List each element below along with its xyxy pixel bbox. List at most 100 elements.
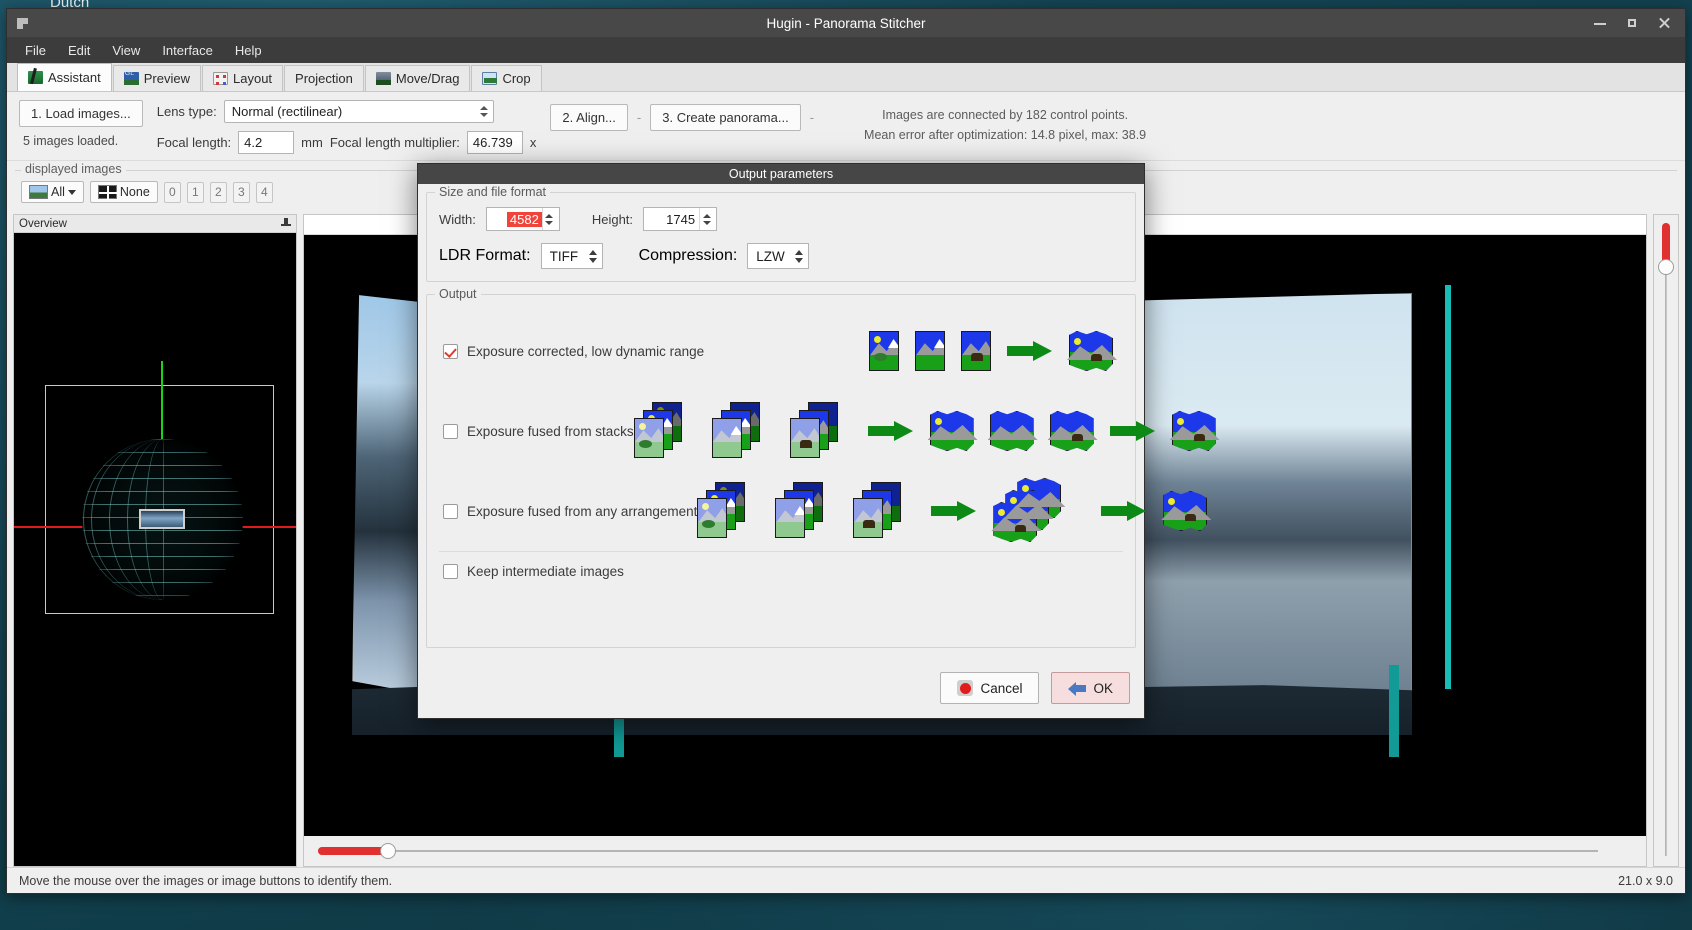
- image-toggle-4[interactable]: 4: [255, 181, 273, 203]
- fused-image-icon: [987, 411, 1038, 451]
- image-stack-icon: [633, 402, 696, 460]
- arrow-right-icon: [867, 421, 914, 441]
- height-input[interactable]: 1745: [643, 207, 718, 231]
- menu-interface[interactable]: Interface: [152, 40, 223, 61]
- focal-multiplier-label: Focal length multiplier:: [329, 135, 460, 150]
- maximize-icon[interactable]: [1625, 16, 1639, 30]
- height-stepper[interactable]: [699, 208, 714, 230]
- cancel-button[interactable]: Cancel: [940, 672, 1040, 704]
- ok-button[interactable]: OK: [1051, 672, 1130, 704]
- show-all-images-button[interactable]: All: [21, 181, 84, 203]
- menubar: File Edit View Interface Help: [7, 37, 1685, 63]
- displayed-images-legend: displayed images: [21, 162, 126, 176]
- alignment-info: Images are connected by 182 control poin…: [864, 105, 1146, 145]
- window-controls: [1593, 16, 1685, 30]
- panorama-seam-edge: [1445, 285, 1451, 689]
- overview-title: Overview: [19, 217, 67, 230]
- arrow-right-icon: [1109, 421, 1156, 441]
- focal-length-input[interactable]: 4.2: [238, 131, 295, 154]
- tab-projection[interactable]: Projection: [284, 65, 364, 91]
- close-icon[interactable]: [1657, 16, 1671, 30]
- menu-file[interactable]: File: [15, 40, 56, 61]
- panorama-seam-marker-2: [1389, 665, 1399, 757]
- thumb-icon: [961, 331, 991, 371]
- ok-button-label: OK: [1093, 680, 1113, 696]
- tab-assistant-label: Assistant: [48, 70, 101, 85]
- preview-horizontal-slider[interactable]: [318, 843, 1598, 859]
- keep-intermediate-checkbox[interactable]: [443, 564, 458, 579]
- hugin-main-window: Hugin - Panorama Stitcher File Edit View…: [6, 8, 1686, 894]
- ldr-format-label: LDR Format:: [439, 247, 531, 264]
- image-toggle-1[interactable]: 1: [186, 181, 204, 203]
- minimize-icon[interactable]: [1593, 16, 1607, 30]
- tab-assistant[interactable]: Assistant: [17, 63, 112, 91]
- pin-icon[interactable]: [281, 217, 291, 230]
- exposure-fused-any-label: Exposure fused from any arrangement: [467, 503, 698, 519]
- assistant-toolbar: 1. Load images... 5 images loaded. Lens …: [7, 92, 1685, 161]
- menu-view[interactable]: View: [102, 40, 150, 61]
- show-none-images-button[interactable]: None: [89, 181, 158, 203]
- align-button[interactable]: 2. Align...: [550, 104, 628, 131]
- image-toggle-2[interactable]: 2: [209, 181, 227, 203]
- exposure-corrected-checkbox[interactable]: [443, 343, 458, 359]
- height-value: 1745: [666, 211, 696, 227]
- panorama-result-icon: [1169, 411, 1220, 451]
- all-images-icon: [29, 185, 48, 199]
- dialog-title: Output parameters: [418, 164, 1144, 184]
- any-arrangement-pipeline-illustration: [697, 478, 1213, 544]
- ldr-format-select[interactable]: TIFF: [540, 243, 603, 269]
- tab-crop[interactable]: Crop: [471, 65, 542, 91]
- lens-type-select[interactable]: Normal (rectilinear): [223, 100, 494, 123]
- load-images-button[interactable]: 1. Load images...: [19, 100, 143, 127]
- slider-handle[interactable]: [380, 843, 396, 859]
- create-panorama-button[interactable]: 3. Create panorama...: [650, 104, 801, 131]
- exposure-fused-any-checkbox[interactable]: [443, 503, 458, 519]
- menu-edit[interactable]: Edit: [58, 40, 100, 61]
- image-toggle-0[interactable]: 0: [163, 181, 181, 203]
- exposure-fused-stacks-checkbox[interactable]: [443, 423, 458, 439]
- overview-header: Overview: [14, 215, 296, 233]
- exposure-fused-stacks-label: Exposure fused from stacks: [467, 423, 634, 439]
- overview-canvas[interactable]: [14, 233, 296, 866]
- tab-crop-label: Crop: [502, 71, 531, 86]
- slider-fill: [318, 847, 386, 855]
- overview-globe[interactable]: [82, 439, 243, 600]
- crop-icon: [482, 72, 498, 85]
- vslider-handle[interactable]: [1658, 259, 1674, 275]
- output-option-row-ldr: Exposure corrected, low dynamic range: [439, 311, 1123, 391]
- focal-length-unit: mm: [301, 135, 323, 150]
- stop-icon: [957, 680, 974, 696]
- layout-icon: [213, 72, 228, 85]
- focal-multiplier-input[interactable]: 46.739: [466, 131, 523, 154]
- image-stack-icon: [697, 482, 759, 540]
- chevron-down-icon: [67, 189, 76, 195]
- ldr-format-value: TIFF: [549, 248, 579, 264]
- vslider-track: [1665, 223, 1667, 856]
- fused-image-icon: [1047, 411, 1098, 451]
- width-stepper[interactable]: [541, 208, 556, 230]
- tab-layout[interactable]: Layout: [202, 65, 284, 91]
- tab-projection-label: Projection: [295, 71, 353, 86]
- keep-intermediate-row: Keep intermediate images: [439, 551, 1123, 591]
- lens-type-label: Lens type:: [156, 104, 217, 119]
- ldr-format-chevron-icon: [584, 244, 602, 268]
- status-bar: Move the mouse over the images or image …: [7, 867, 1685, 893]
- arrow-right-icon: [1007, 341, 1053, 361]
- tab-preview[interactable]: Preview: [112, 65, 201, 91]
- separator-dash-2: -: [809, 110, 815, 125]
- tab-move-drag[interactable]: Move/Drag: [364, 65, 471, 91]
- ldr-pipeline-illustration: [869, 331, 1119, 371]
- stacks-pipeline-illustration: [633, 402, 1222, 460]
- output-group-legend: Output: [435, 287, 481, 301]
- compression-select[interactable]: LZW: [747, 243, 810, 269]
- output-option-row-any: Exposure fused from any arrangement: [439, 471, 1212, 551]
- image-toggle-3[interactable]: 3: [232, 181, 250, 203]
- preview-vertical-slider[interactable]: [1658, 223, 1674, 856]
- gl-preview-icon: [123, 70, 139, 85]
- image-stack-icon: [711, 402, 774, 460]
- menu-help[interactable]: Help: [225, 40, 272, 61]
- arrow-right-icon: [931, 501, 977, 521]
- separator-dash: -: [636, 110, 642, 125]
- width-input[interactable]: 4582: [485, 207, 560, 231]
- arrow-right-icon: [1101, 501, 1147, 521]
